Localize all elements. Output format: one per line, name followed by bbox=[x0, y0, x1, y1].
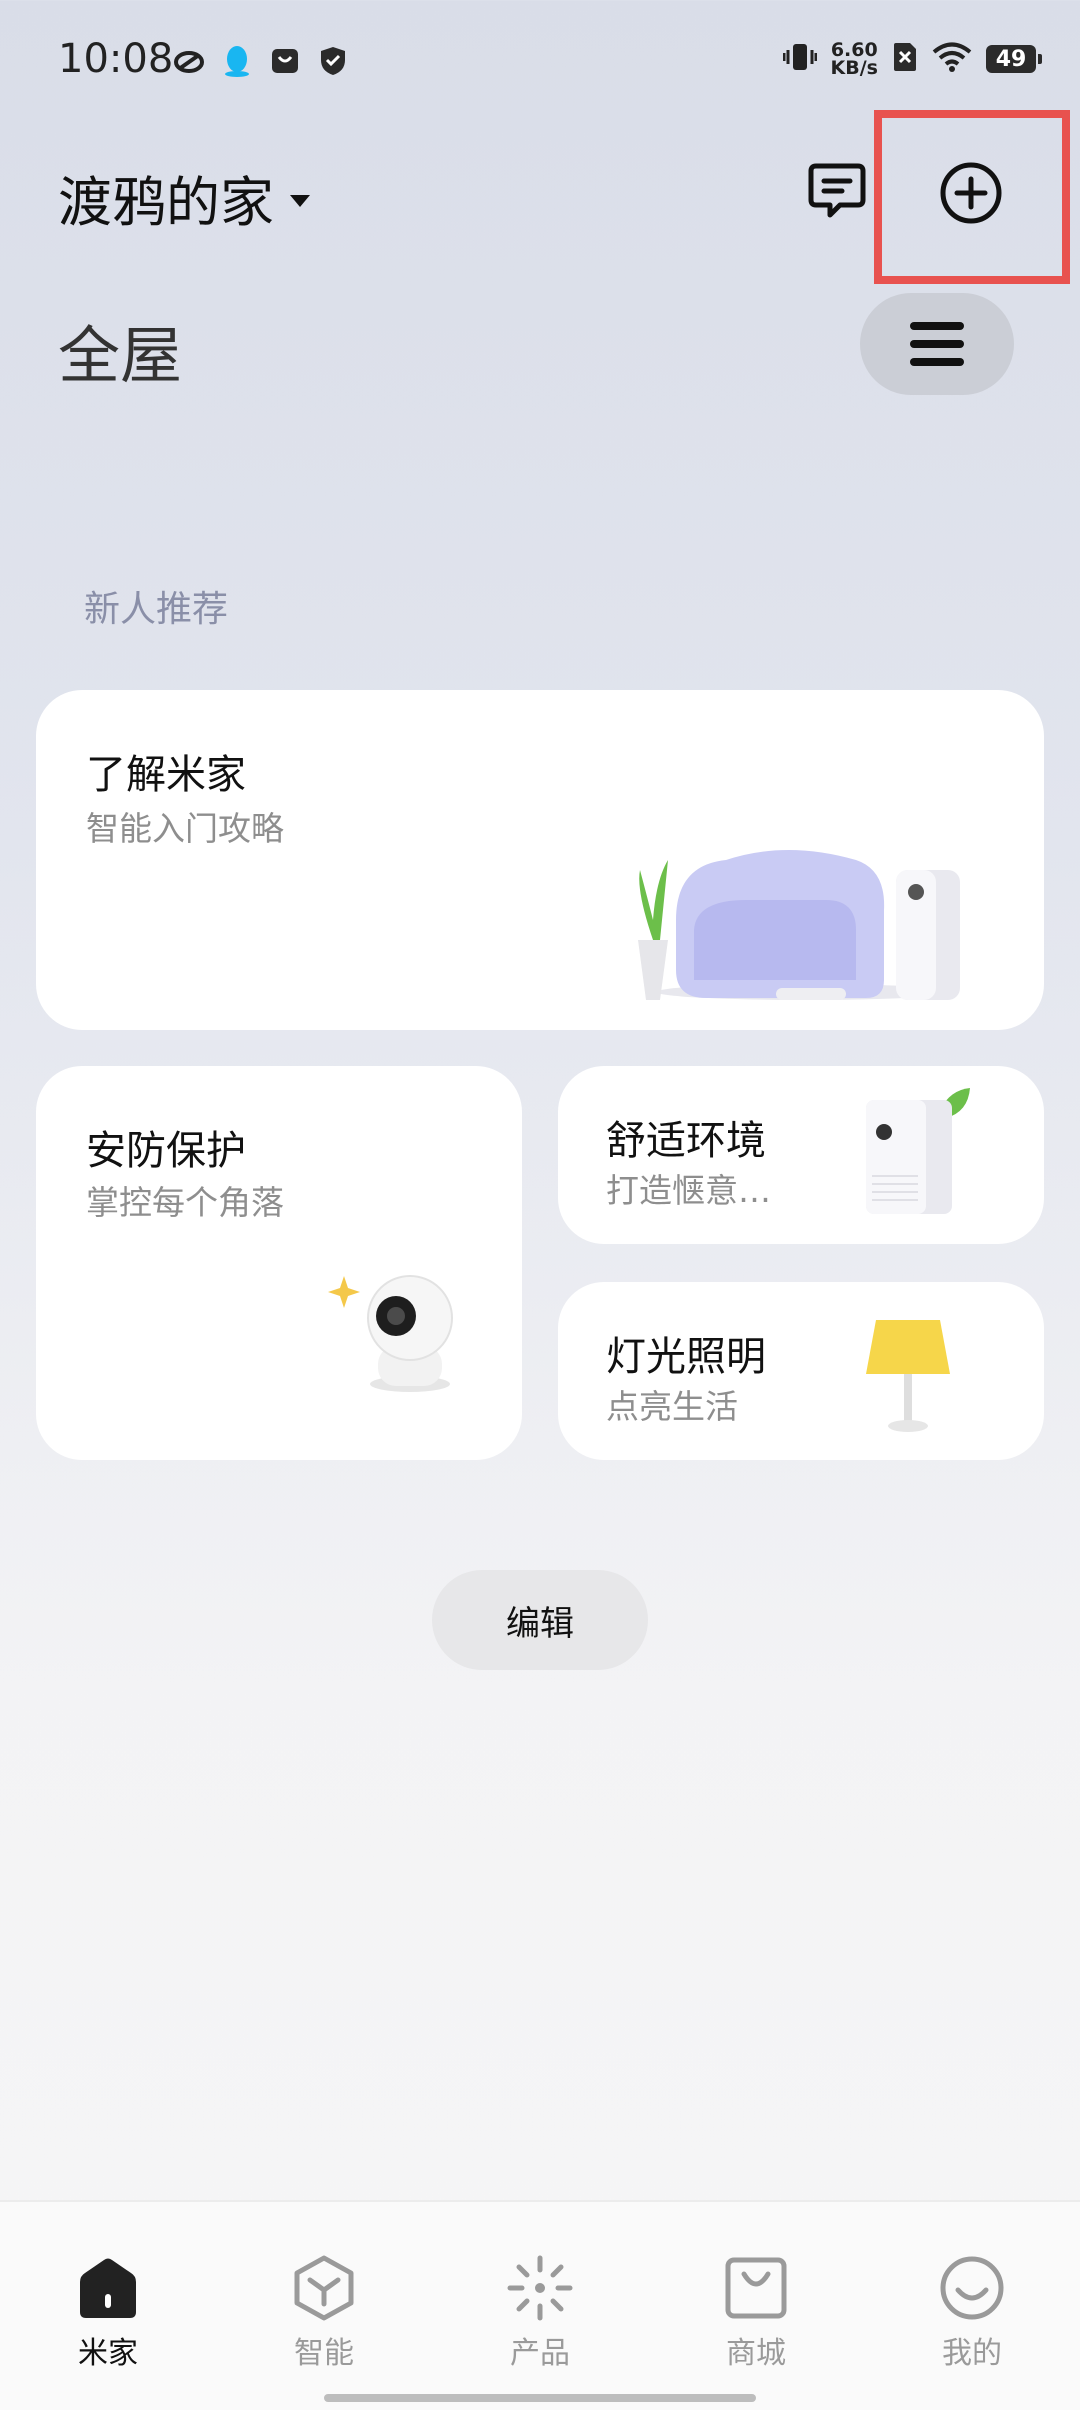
room-menu-button[interactable] bbox=[860, 293, 1014, 395]
home-indicator[interactable] bbox=[324, 2394, 756, 2402]
card-subtitle: 打造惬意… bbox=[606, 1171, 771, 1210]
smart-cube-icon bbox=[294, 2255, 354, 2321]
card-subtitle: 智能入门攻略 bbox=[86, 809, 284, 848]
lamp-illustration-icon bbox=[866, 1320, 950, 1432]
qq-icon bbox=[220, 44, 254, 78]
shop-bag-icon bbox=[725, 2257, 787, 2319]
no-sim-icon bbox=[892, 41, 918, 77]
camera-illustration-icon bbox=[328, 1275, 453, 1392]
messages-button[interactable] bbox=[806, 160, 868, 222]
sofa-illustration-icon bbox=[638, 850, 960, 1000]
nav-item-shop[interactable]: 商城 bbox=[696, 2254, 816, 2372]
edit-button[interactable]: 编辑 bbox=[432, 1570, 648, 1670]
nav-item-smart[interactable]: 智能 bbox=[264, 2254, 384, 2372]
home-selector[interactable]: 渡鸦的家 bbox=[58, 158, 310, 237]
nav-item-products[interactable]: 产品 bbox=[480, 2254, 600, 2372]
card-subtitle: 掌控每个角落 bbox=[86, 1183, 284, 1222]
room-title: 全屋 bbox=[58, 319, 183, 392]
nav-item-profile[interactable]: 我的 bbox=[912, 2254, 1032, 2372]
card-comfort[interactable]: 舒适环境 打造惬意… bbox=[558, 1066, 1044, 1244]
shield-icon bbox=[316, 44, 350, 78]
nav-label: 产品 bbox=[510, 2336, 570, 2371]
battery-icon: 49 bbox=[986, 45, 1042, 73]
weibo-icon bbox=[172, 44, 206, 78]
dropdown-caret-icon bbox=[290, 194, 310, 207]
smiley-icon bbox=[940, 2256, 1004, 2320]
network-speed: 6.60 KB/s bbox=[830, 41, 878, 79]
highlight-annotation-box bbox=[874, 110, 1070, 284]
nav-label: 商城 bbox=[726, 2336, 786, 2371]
card-title: 灯光照明 bbox=[606, 1334, 766, 1380]
section-label: 新人推荐 bbox=[84, 589, 229, 630]
air-purifier-illustration-icon bbox=[866, 1088, 970, 1214]
nav-item-home[interactable]: 米家 bbox=[48, 2254, 168, 2372]
card-lighting[interactable]: 灯光照明 点亮生活 bbox=[558, 1282, 1044, 1460]
home-icon bbox=[80, 2258, 136, 2318]
status-notification-icons bbox=[172, 44, 350, 78]
nav-label: 米家 bbox=[78, 2336, 138, 2371]
wifi-icon bbox=[932, 41, 972, 77]
card-title: 舒适环境 bbox=[606, 1118, 766, 1164]
card-title: 安防保护 bbox=[86, 1128, 246, 1174]
bottom-navigation: 米家 智能 产品 商城 我的 bbox=[0, 2200, 1080, 2410]
card-security[interactable]: 安防保护 掌控每个角落 bbox=[36, 1066, 522, 1460]
message-icon bbox=[808, 163, 866, 218]
nav-label: 我的 bbox=[942, 2336, 1002, 2371]
card-learn-mijia[interactable]: 了解米家 智能入门攻略 bbox=[36, 690, 1044, 1030]
product-spark-icon bbox=[507, 2255, 573, 2321]
home-name: 渡鸦的家 bbox=[58, 171, 274, 234]
nav-label: 智能 bbox=[294, 2336, 354, 2371]
menu-icon bbox=[910, 322, 964, 366]
bag-icon bbox=[268, 44, 302, 78]
vibrate-icon bbox=[782, 40, 818, 78]
card-title: 了解米家 bbox=[86, 752, 246, 798]
card-subtitle: 点亮生活 bbox=[606, 1387, 738, 1426]
status-system-icons: 6.60 KB/s 49 bbox=[782, 40, 1042, 79]
network-speed-unit: KB/s bbox=[830, 57, 878, 79]
status-time: 10:08 bbox=[58, 36, 174, 82]
